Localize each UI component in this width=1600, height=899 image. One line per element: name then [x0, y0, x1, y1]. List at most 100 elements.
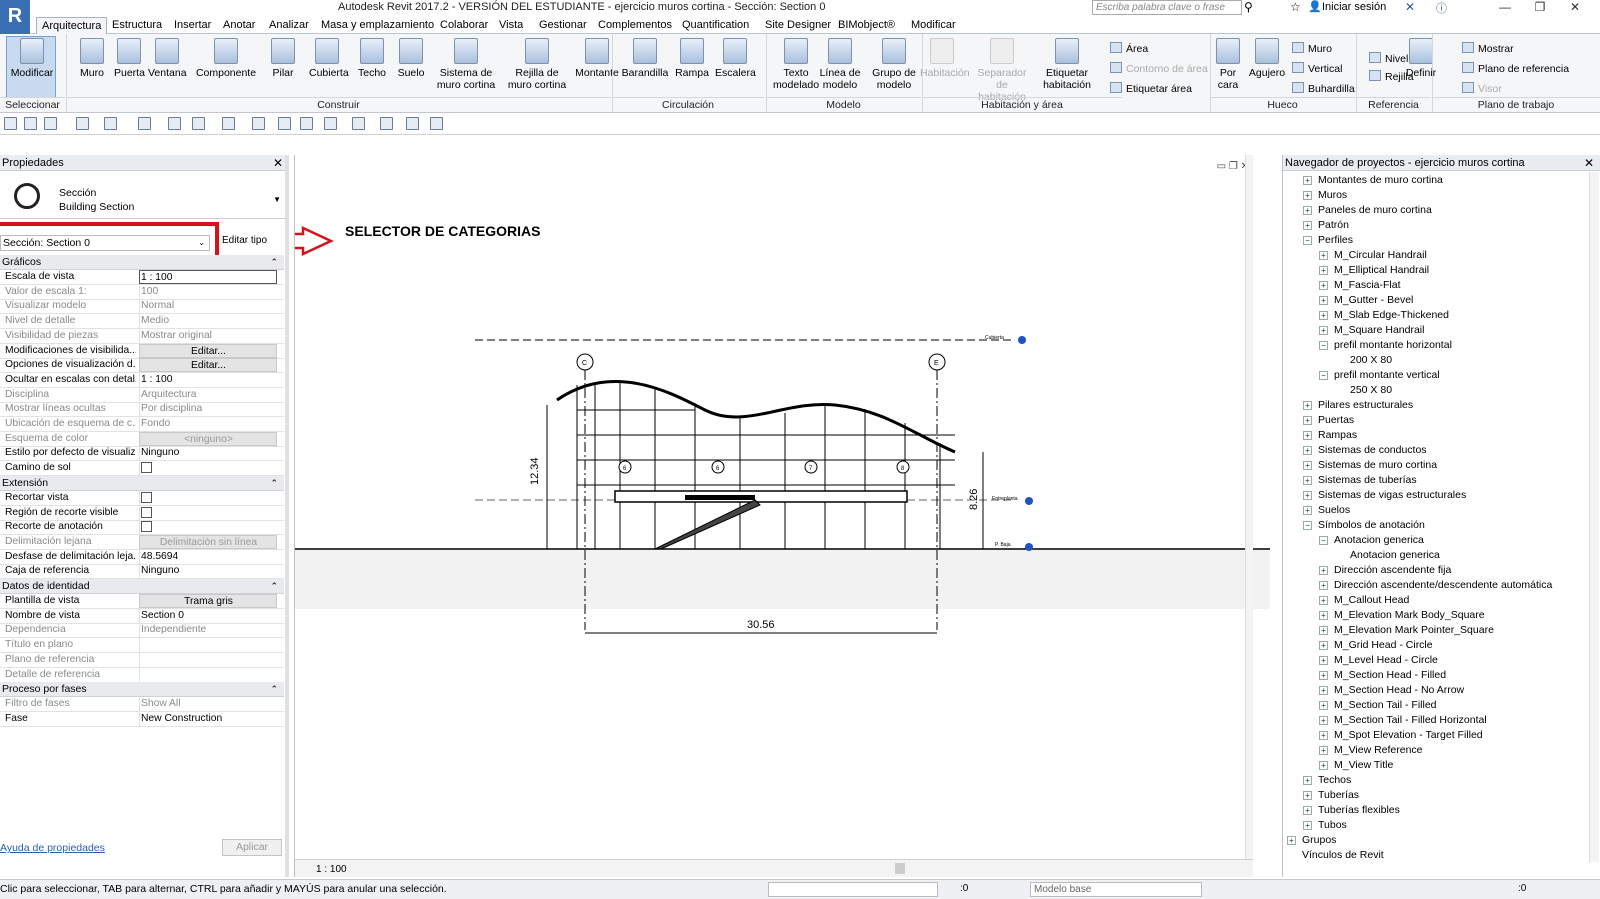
tab-colaborar[interactable]: Colaborar: [435, 17, 493, 34]
property-value[interactable]: Trama gris: [139, 594, 277, 608]
tab-anotar[interactable]: Anotar: [218, 17, 260, 34]
collapse-icon[interactable]: ⌃: [270, 579, 278, 594]
ribbon-small-8[interactable]: Mostrar: [1462, 42, 1514, 56]
property-value[interactable]: Fondo: [139, 417, 277, 431]
ribbon-panel-label[interactable]: Seleccionar: [0, 97, 65, 112]
ribbon-suelo-button[interactable]: Suelo: [396, 36, 426, 79]
browser-tree-item[interactable]: − prefil montante vertical: [1319, 368, 1440, 382]
qat-tool-icon[interactable]: [192, 117, 205, 130]
browser-tree-item[interactable]: + M_Square Handrail: [1319, 323, 1424, 337]
browser-tree-item[interactable]: + Montantes de muro cortina: [1303, 173, 1443, 187]
tab-estructura[interactable]: Estructura: [107, 17, 167, 34]
ribbon-small-6[interactable]: Nivel: [1369, 52, 1408, 66]
browser-tree-item[interactable]: + Sistemas de tuberías: [1303, 473, 1417, 487]
ribbon-grupo-de-modelo-button[interactable]: Grupo de modelo: [868, 36, 920, 91]
ribbon-rejilla-de-muro-cortina-button[interactable]: Rejilla de muro cortina: [506, 36, 568, 91]
property-value[interactable]: Independiente: [139, 623, 277, 638]
qat-tool-icon[interactable]: [4, 117, 17, 130]
browser-tree-item[interactable]: + Tuberías flexibles: [1303, 803, 1400, 817]
ribbon-panel-label[interactable]: Modelo: [766, 97, 921, 112]
expand-icon[interactable]: +: [1303, 206, 1312, 215]
browser-scrollbar[interactable]: [1589, 172, 1599, 862]
qat-tool-icon[interactable]: [222, 117, 235, 130]
expand-icon[interactable]: +: [1319, 746, 1328, 755]
property-value[interactable]: [139, 490, 277, 505]
expand-icon[interactable]: +: [1319, 311, 1328, 320]
browser-tree-item[interactable]: + M_Slab Edge-Thickened: [1319, 308, 1449, 322]
qat-tool-icon[interactable]: [352, 117, 365, 130]
browser-tree-item[interactable]: + Sistemas de muro cortina: [1303, 458, 1437, 472]
browser-tree-item[interactable]: + M_Section Tail - Filled: [1319, 698, 1437, 712]
property-row[interactable]: Plantilla de vista Trama gris: [0, 594, 284, 609]
filter-count[interactable]: :0: [1518, 883, 1526, 894]
expand-icon[interactable]: +: [1303, 806, 1312, 815]
minimize-button[interactable]: —: [1490, 0, 1520, 15]
ribbon-por-cara-button[interactable]: Por cara: [1214, 36, 1242, 91]
browser-tree-item[interactable]: + Techos: [1303, 773, 1351, 787]
expand-icon[interactable]: +: [1319, 611, 1328, 620]
property-row[interactable]: Recorte de anotación: [0, 520, 284, 536]
expand-icon[interactable]: +: [1319, 641, 1328, 650]
expand-icon[interactable]: +: [1303, 506, 1312, 515]
browser-tree-item[interactable]: + M_Gutter - Bevel: [1319, 293, 1413, 307]
expand-icon[interactable]: +: [1319, 251, 1328, 260]
qat-tool-icon[interactable]: [278, 117, 291, 130]
property-group-graficos[interactable]: Gráficos ⌃: [0, 255, 284, 270]
property-row[interactable]: Plano de referencia: [0, 652, 284, 668]
search-input[interactable]: Escriba palabra clave o frase: [1092, 0, 1242, 15]
qat-tool-icon[interactable]: [380, 117, 393, 130]
property-value[interactable]: New Construction: [139, 711, 277, 726]
property-group-identidad[interactable]: Datos de identidad ⌃: [0, 579, 284, 594]
tab-bimobject-[interactable]: BIMobject®: [833, 17, 900, 34]
tab-masa-y-emplazamiento[interactable]: Masa y emplazamiento: [316, 17, 439, 34]
expand-icon[interactable]: +: [1319, 716, 1328, 725]
vertical-scrollbar[interactable]: [1245, 155, 1253, 859]
browser-tree-item[interactable]: + M_Section Head - No Arrow: [1319, 683, 1464, 697]
drawing-view[interactable]: ▭ ❐ ✕ Cubierta Entreplanta P. Baja C E 6…: [294, 155, 1270, 877]
tab-insertar[interactable]: Insertar: [169, 17, 216, 34]
expand-icon[interactable]: +: [1319, 596, 1328, 605]
browser-tree-item[interactable]: + M_View Title: [1319, 758, 1393, 772]
property-row[interactable]: Mostrar líneas ocultas Por disciplina: [0, 402, 284, 418]
property-row[interactable]: Ocultar en escalas con detal... 1 : 100: [0, 372, 284, 388]
expand-icon[interactable]: +: [1303, 461, 1312, 470]
design-option-dropdown[interactable]: Modelo base: [1030, 882, 1202, 897]
expand-icon[interactable]: +: [1319, 626, 1328, 635]
tab-vista[interactable]: Vista: [494, 17, 528, 34]
expand-icon[interactable]: +: [1303, 491, 1312, 500]
property-value[interactable]: Mostrar original: [139, 328, 277, 343]
browser-tree-item[interactable]: + M_Grid Head - Circle: [1319, 638, 1433, 652]
expand-icon[interactable]: +: [1319, 281, 1328, 290]
ribbon-small-9[interactable]: Plano de referencia: [1462, 62, 1569, 76]
view-scale[interactable]: 1 : 100: [316, 864, 347, 875]
browser-tree-item[interactable]: + Sistemas de vigas estructurales: [1303, 488, 1466, 502]
qat-tool-icon[interactable]: [24, 117, 37, 130]
browser-tree-item[interactable]: − Perfiles: [1303, 233, 1353, 247]
expand-icon[interactable]: +: [1319, 566, 1328, 575]
tab-modificar[interactable]: Modificar: [906, 17, 961, 34]
property-value[interactable]: 1 : 100: [139, 372, 277, 387]
qat-tool-icon[interactable]: [300, 117, 313, 130]
ribbon-agujero-button[interactable]: Agujero: [1248, 36, 1286, 79]
tab-arquitectura[interactable]: Arquitectura: [36, 17, 108, 34]
ribbon-escalera-button[interactable]: Escalera: [715, 36, 756, 79]
ribbon-small-1[interactable]: Contorno de área: [1110, 62, 1208, 76]
browser-tree-item[interactable]: + Patrón: [1303, 218, 1349, 232]
browser-tree-item[interactable]: − prefil montante horizontal: [1319, 338, 1452, 352]
expand-icon[interactable]: +: [1303, 191, 1312, 200]
ribbon-texto-modelado-button[interactable]: Texto modelado: [771, 36, 821, 91]
collapse-icon[interactable]: ⌃: [270, 255, 278, 270]
signin-link[interactable]: Iniciar sesión: [1322, 1, 1386, 13]
ribbon-panel-label[interactable]: Referencia: [1356, 97, 1431, 112]
property-row[interactable]: Visibilidad de piezas Mostrar original: [0, 328, 284, 344]
browser-tree-item[interactable]: + Muros: [1303, 188, 1347, 202]
ribbon-small-5[interactable]: Buhardilla: [1292, 82, 1355, 96]
qat-tool-icon[interactable]: [252, 117, 265, 130]
expand-icon[interactable]: +: [1303, 446, 1312, 455]
property-value[interactable]: [139, 520, 277, 535]
property-group-fases[interactable]: Proceso por fases ⌃: [0, 682, 284, 698]
browser-tree-item[interactable]: + M_Circular Handrail: [1319, 248, 1427, 262]
browser-tree-item[interactable]: + M_Fascia-Flat: [1319, 278, 1401, 292]
ribbon-panel-label[interactable]: Hueco: [1210, 97, 1355, 112]
property-value[interactable]: Show All: [139, 697, 277, 712]
